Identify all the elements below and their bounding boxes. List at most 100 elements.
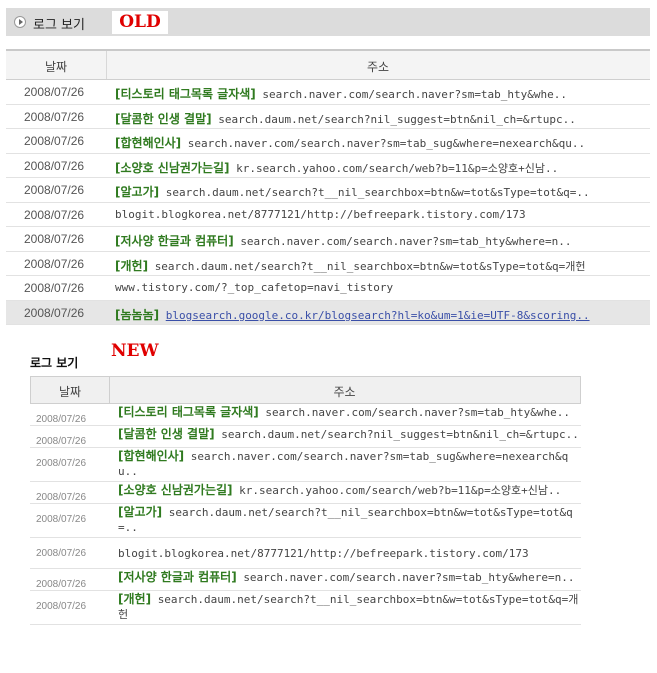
referrer-url-link[interactable]: search.naver.com/search.naver?sm=tab_hty… bbox=[262, 88, 567, 101]
table-row: 2008/07/26 blogit.blogkorea.net/8777121/h… bbox=[6, 203, 650, 227]
search-keyword: [개헌] bbox=[118, 592, 152, 606]
log-address: [저사양 한글과 컴퓨터] search.naver.com/search.na… bbox=[115, 232, 571, 249]
table-row: 2008/07/26 [합현해인사] search.naver.com/searc… bbox=[6, 129, 650, 154]
search-keyword: [개헌] bbox=[115, 258, 149, 273]
column-header-date: 날짜 bbox=[58, 385, 82, 399]
column-header-address: 주소 bbox=[366, 60, 390, 74]
arrow-bullet-icon bbox=[14, 16, 26, 28]
log-address: [소양호 신남권가는길] kr.search.yahoo.com/search/… bbox=[115, 159, 558, 176]
referrer-url-link[interactable]: search.naver.com/search.naver?sm=tab_sug… bbox=[118, 450, 568, 478]
table-row: 2008/07/26 [티스토리 태그목록 글자색] search.naver.c… bbox=[30, 404, 581, 426]
log-address: [개헌] search.daum.net/search?t__nil_searc… bbox=[115, 257, 586, 274]
table-row: 2008/07/26 [놈놈놈] blogsearch.google.co.kr/… bbox=[6, 300, 650, 325]
new-log-table: 날짜 주소 2008/07/26 [티스토리 태그목록 글자색] search.n… bbox=[30, 376, 581, 625]
old-log-header-bar: 로그 보기 OLD bbox=[6, 8, 650, 36]
old-badge: OLD bbox=[112, 11, 168, 34]
log-address: [합현해인사] search.naver.com/search.naver?sm… bbox=[118, 448, 581, 481]
log-date: 2008/07/26 bbox=[24, 109, 85, 124]
search-keyword: [저사양 한글과 컴퓨터] bbox=[115, 234, 234, 248]
referrer-url-link[interactable]: search.daum.net/search?t__nil_searchbox=… bbox=[155, 260, 586, 273]
log-date: 2008/07/26 bbox=[36, 579, 87, 590]
referrer-url-link[interactable]: search.naver.com/search.naver?sm=tab_hty… bbox=[240, 235, 571, 248]
table-row: 2008/07/26 [합현해인사] search.naver.com/searc… bbox=[30, 448, 581, 482]
referrer-url-link[interactable]: kr.search.yahoo.com/search/web?b=11&p=소양… bbox=[239, 484, 561, 497]
log-date: 2008/07/26 bbox=[24, 256, 85, 271]
log-date: 2008/07/26 bbox=[24, 85, 85, 99]
column-header-date: 날짜 bbox=[44, 60, 68, 74]
referrer-url-link[interactable]: kr.search.yahoo.com/search/web?b=11&p=소양… bbox=[236, 162, 558, 175]
table-row: 2008/07/26 [알고가] search.daum.net/search?t… bbox=[6, 178, 650, 203]
search-keyword: [알고가] bbox=[118, 505, 163, 519]
old-table-header: 날짜 주소 bbox=[6, 51, 650, 80]
table-row: 2008/07/26 [달콤한 인생 결말] search.daum.net/se… bbox=[6, 105, 650, 129]
log-address: [알고가] search.daum.net/search?t__nil_sear… bbox=[115, 183, 590, 200]
table-row: 2008/07/26 blogit.blogkorea.net/8777121/h… bbox=[30, 538, 581, 569]
table-row: 2008/07/26 [저사양 한글과 컴퓨터] search.naver.com… bbox=[6, 227, 650, 252]
referrer-url-link[interactable]: blogit.blogkorea.net/8777121/http://befr… bbox=[115, 208, 526, 221]
log-address: [개헌] search.daum.net/search?t__nil_searc… bbox=[118, 591, 581, 624]
old-log-table: 날짜 주소 2008/07/26 [티스토리 태그목록 글자색] search.n… bbox=[6, 49, 650, 325]
new-section-title: 로그 보기 bbox=[30, 356, 79, 370]
table-row: 2008/07/26 [소양호 신남권가는길] kr.search.yahoo.c… bbox=[6, 154, 650, 178]
table-row: 2008/07/26 [소양호 신남권가는길] kr.search.yahoo.c… bbox=[30, 482, 581, 504]
referrer-url-link[interactable]: search.naver.com/search.naver?sm=tab_sug… bbox=[188, 137, 585, 150]
log-address: [합현해인사] search.naver.com/search.naver?sm… bbox=[115, 134, 585, 151]
referrer-url-link[interactable]: search.daum.net/search?t__nil_searchbox=… bbox=[166, 186, 590, 199]
log-address: [저사양 한글과 컴퓨터] search.naver.com/search.na… bbox=[118, 569, 581, 590]
search-keyword: [달콤한 인생 결말] bbox=[118, 427, 215, 441]
log-date: 2008/07/26 bbox=[36, 436, 87, 447]
log-date: 2008/07/26 bbox=[24, 281, 85, 295]
search-keyword: [티스토리 태그목록 글자색] bbox=[118, 405, 259, 419]
log-address: [티스토리 태그목록 글자색] search.naver.com/search.… bbox=[115, 85, 567, 102]
log-address: [놈놈놈] blogsearch.google.co.kr/blogsearch… bbox=[115, 306, 590, 323]
referrer-url-link[interactable]: search.daum.net/search?nil_suggest=btn&n… bbox=[221, 428, 579, 441]
column-header-address: 주소 bbox=[333, 385, 356, 399]
log-date: 2008/07/26 bbox=[36, 492, 87, 503]
table-row: 2008/07/26 [티스토리 태그목록 글자색] search.naver.c… bbox=[6, 80, 650, 105]
log-address: [소양호 신남권가는길] kr.search.yahoo.com/search/… bbox=[118, 482, 581, 503]
log-address: [달콤한 인생 결말] search.daum.net/search?nil_s… bbox=[118, 426, 581, 447]
new-badge: NEW bbox=[111, 341, 159, 361]
log-date: 2008/07/26 bbox=[36, 514, 87, 525]
log-address: blogit.blogkorea.net/8777121/http://befr… bbox=[118, 538, 581, 568]
old-section-title: 로그 보기 bbox=[33, 18, 85, 33]
search-keyword: [합현해인사] bbox=[118, 449, 185, 463]
new-table-body: 2008/07/26 [티스토리 태그목록 글자색] search.naver.c… bbox=[30, 404, 581, 625]
table-row: 2008/07/26 www.tistory.com/?_top_cafetop=… bbox=[6, 276, 650, 301]
log-date: 2008/07/26 bbox=[36, 414, 87, 425]
referrer-url-link[interactable]: www.tistory.com/?_top_cafetop=navi_tisto… bbox=[115, 281, 393, 294]
log-address: www.tistory.com/?_top_cafetop=navi_tisto… bbox=[115, 281, 393, 294]
log-address: [티스토리 태그목록 글자색] search.naver.com/search.… bbox=[118, 404, 581, 425]
referrer-url-link[interactable]: blogsearch.google.co.kr/blogsearch?hl=ko… bbox=[166, 309, 590, 322]
search-keyword: [티스토리 태그목록 글자색] bbox=[115, 87, 256, 101]
referrer-url-link[interactable]: search.naver.com/search.naver?sm=tab_hty… bbox=[243, 571, 574, 584]
table-row: 2008/07/26 [개헌] search.daum.net/search?t_… bbox=[6, 252, 650, 276]
new-table-header: 날짜 주소 bbox=[30, 376, 581, 404]
log-date: 2008/07/26 bbox=[24, 134, 85, 148]
log-date: 2008/07/26 bbox=[24, 305, 85, 320]
log-date: 2008/07/26 bbox=[24, 158, 85, 173]
search-keyword: [알고가] bbox=[115, 185, 160, 199]
search-keyword: [소양호 신남권가는길] bbox=[118, 483, 233, 497]
table-row: 2008/07/26 [달콤한 인생 결말] search.daum.net/se… bbox=[30, 426, 581, 448]
log-address: [달콤한 인생 결말] search.daum.net/search?nil_s… bbox=[115, 110, 576, 127]
log-date: 2008/07/26 bbox=[36, 548, 87, 559]
log-date: 2008/07/26 bbox=[36, 458, 87, 469]
referrer-url-link[interactable]: blogit.blogkorea.net/8777121/http://befr… bbox=[118, 547, 529, 560]
search-keyword: [소양호 신남권가는길] bbox=[115, 160, 230, 175]
table-row: 2008/07/26 [알고가] search.daum.net/search?t… bbox=[30, 504, 581, 538]
search-keyword: [저사양 한글과 컴퓨터] bbox=[118, 570, 237, 584]
table-row: 2008/07/26 [개헌] search.daum.net/search?t_… bbox=[30, 591, 581, 625]
log-address: blogit.blogkorea.net/8777121/http://befr… bbox=[115, 208, 526, 221]
log-date: 2008/07/26 bbox=[24, 232, 85, 246]
referrer-url-link[interactable]: search.daum.net/search?t__nil_searchbox=… bbox=[118, 506, 573, 534]
search-keyword: [놈놈놈] bbox=[115, 307, 160, 322]
old-table-body: 2008/07/26 [티스토리 태그목록 글자색] search.naver.c… bbox=[6, 80, 650, 325]
log-date: 2008/07/26 bbox=[24, 183, 85, 197]
referrer-url-link[interactable]: search.daum.net/search?t__nil_searchbox=… bbox=[118, 593, 578, 621]
table-row: 2008/07/26 [저사양 한글과 컴퓨터] search.naver.com… bbox=[30, 569, 581, 591]
search-keyword: [합현해인사] bbox=[115, 136, 182, 150]
search-keyword: [달콤한 인생 결말] bbox=[115, 111, 212, 126]
referrer-url-link[interactable]: search.daum.net/search?nil_suggest=btn&n… bbox=[218, 113, 576, 126]
referrer-url-link[interactable]: search.naver.com/search.naver?sm=tab_hty… bbox=[265, 406, 570, 419]
